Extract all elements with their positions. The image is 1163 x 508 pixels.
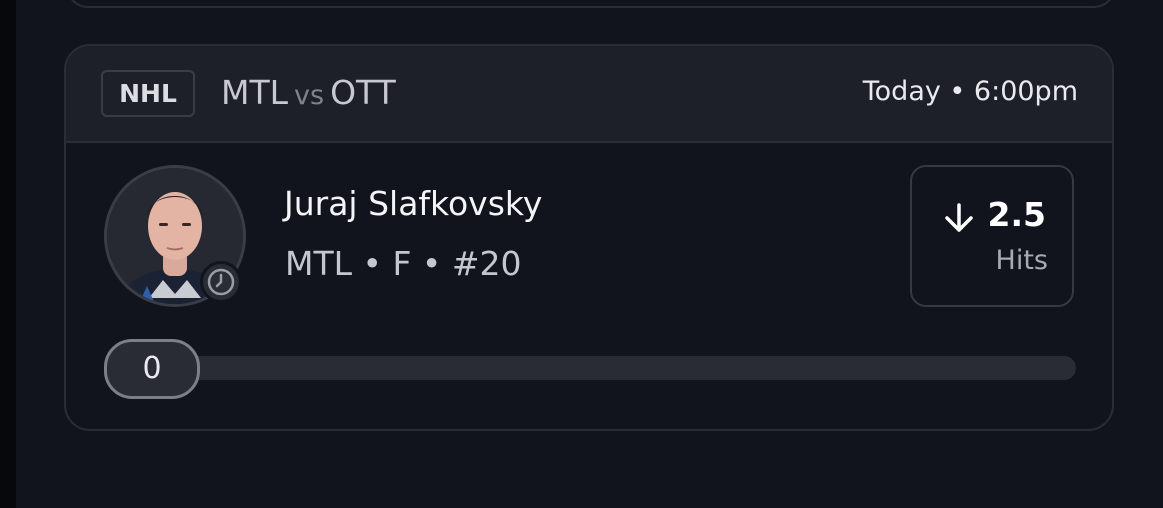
clock-icon: [200, 261, 242, 303]
previous-card-edge[interactable]: [66, 0, 1116, 8]
game-time: Today • 6:00pm: [862, 76, 1078, 107]
left-edge-strip: [0, 0, 16, 508]
player-name: Juraj Slafkovsky: [284, 184, 543, 223]
progress-track: [151, 356, 1076, 380]
progress-current-value: 0: [104, 339, 200, 399]
player-meta: MTL • F • #20: [285, 244, 522, 283]
vs-label: vs: [294, 80, 325, 111]
card-header: NHL MTL vs OTT Today • 6:00pm: [66, 46, 1112, 143]
stat-name: Hits: [995, 245, 1048, 276]
arrow-down-icon: [945, 203, 973, 232]
prop-card[interactable]: NHL MTL vs OTT Today • 6:00pm Juraj Slaf…: [64, 44, 1114, 431]
page: NHL MTL vs OTT Today • 6:00pm Juraj Slaf…: [16, 0, 1163, 508]
stat-box[interactable]: 2.5 Hits: [910, 165, 1074, 307]
away-team: OTT: [330, 73, 396, 112]
stat-line-value: 2.5: [987, 195, 1046, 234]
league-badge: NHL: [101, 70, 195, 117]
matchup: MTL vs OTT: [221, 70, 396, 115]
home-team: MTL: [221, 73, 289, 112]
